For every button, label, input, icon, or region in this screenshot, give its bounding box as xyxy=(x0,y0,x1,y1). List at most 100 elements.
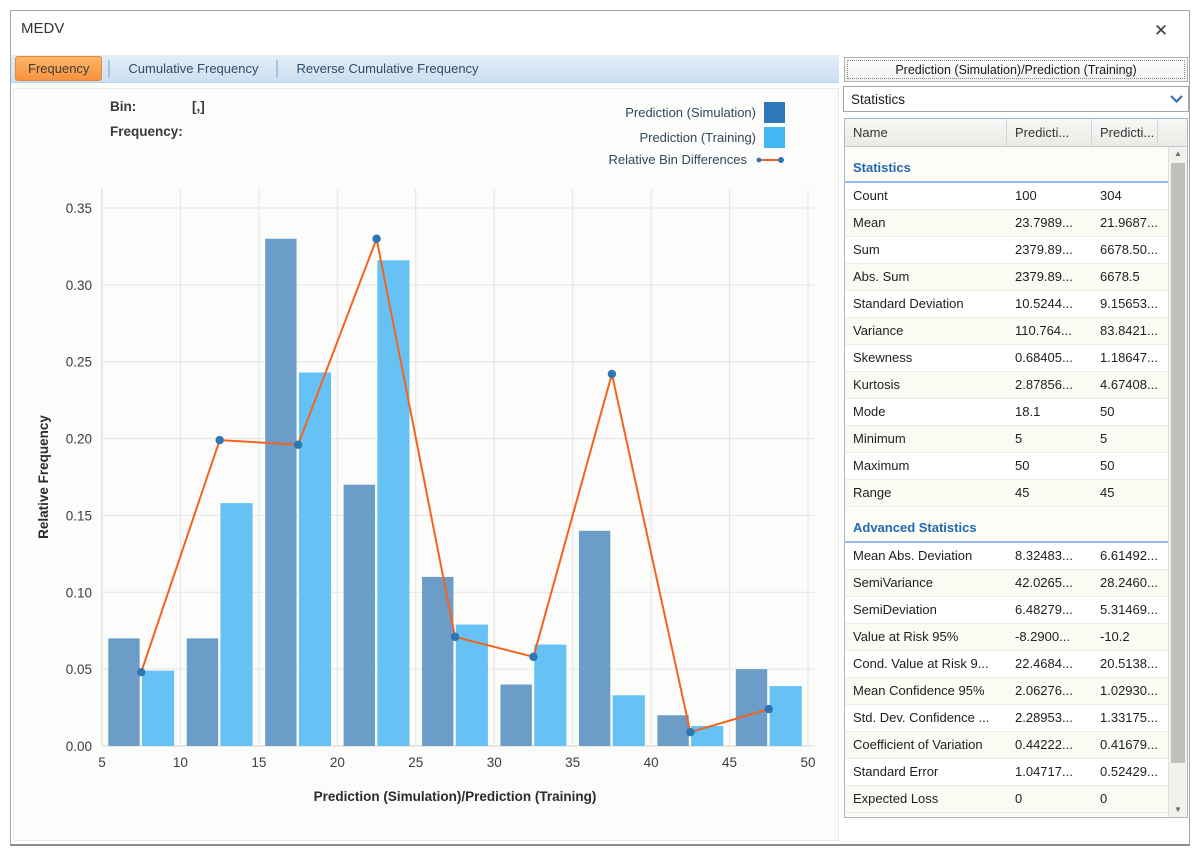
table-row-semivariance[interactable]: SemiVariance42.0265...28.2460... xyxy=(845,570,1168,597)
bar-simulation-7[interactable] xyxy=(657,715,688,746)
cell-name: Skewness xyxy=(845,345,1007,371)
bar-simulation-8[interactable] xyxy=(736,669,767,746)
line-point-8[interactable] xyxy=(765,705,773,713)
table-row-mode[interactable]: Mode18.150 xyxy=(845,399,1168,426)
cell-value-2: 1.33175... xyxy=(1092,705,1158,731)
table-row-kurtosis[interactable]: Kurtosis2.87856...4.67408... xyxy=(845,372,1168,399)
cell-value-1: 8.32483... xyxy=(1007,543,1092,569)
table-row-expected-loss[interactable]: Expected Loss00 xyxy=(845,786,1168,813)
tab-separator xyxy=(276,60,278,78)
line-point-5[interactable] xyxy=(529,653,537,661)
tab-cumulative-frequency[interactable]: Cumulative Frequency xyxy=(116,57,270,80)
legend-line-icon xyxy=(755,155,785,165)
table-row-mean[interactable]: Mean23.7989...21.9687... xyxy=(845,210,1168,237)
y-axis-title: Relative Frequency xyxy=(36,415,51,539)
cell-name: Coefficient of Variation xyxy=(845,732,1007,758)
table-row-cond-value-at-risk-9[interactable]: Cond. Value at Risk 9...22.4684...20.513… xyxy=(845,651,1168,678)
chart-legend: Prediction (Simulation) Prediction (Trai… xyxy=(609,102,786,167)
scroll-down-icon[interactable]: ▼ xyxy=(1169,803,1187,817)
series-pair-button[interactable]: Prediction (Simulation)/Prediction (Trai… xyxy=(844,57,1188,82)
legend-item-simulation: Prediction (Simulation) xyxy=(625,102,785,123)
table-row-abs-sum[interactable]: Abs. Sum2379.89...6678.5 xyxy=(845,264,1168,291)
close-icon[interactable]: ✕ xyxy=(1149,19,1173,43)
table-row-variance[interactable]: Variance110.764...83.8421... xyxy=(845,318,1168,345)
column-header-name[interactable]: Name xyxy=(845,119,1007,146)
table-row-skewness[interactable]: Skewness0.68405...1.18647... xyxy=(845,345,1168,372)
table-row-value-at-risk-95[interactable]: Value at Risk 95%-8.2900...-10.2 xyxy=(845,624,1168,651)
cell-value-2: 45 xyxy=(1092,480,1158,506)
cell-value-2: 1.02930... xyxy=(1092,678,1158,704)
bin-label: Bin: xyxy=(110,99,192,124)
bar-training-5[interactable] xyxy=(534,645,566,746)
bar-training-6[interactable] xyxy=(613,695,645,746)
bar-simulation-1[interactable] xyxy=(187,638,218,746)
cell-name: Variance xyxy=(845,318,1007,344)
bar-simulation-3[interactable] xyxy=(344,485,375,746)
bar-simulation-6[interactable] xyxy=(579,531,610,746)
line-point-3[interactable] xyxy=(372,235,380,243)
bar-simulation-5[interactable] xyxy=(500,685,531,746)
bar-training-8[interactable] xyxy=(770,686,802,746)
table-body: StatisticsCount100304Mean23.7989...21.96… xyxy=(845,147,1168,817)
bin-value: [,] xyxy=(192,99,205,124)
cell-value-2: 4.67408... xyxy=(1092,372,1158,398)
bar-training-4[interactable] xyxy=(456,625,488,746)
table-row-range[interactable]: Range4545 xyxy=(845,480,1168,507)
table-row-count[interactable]: Count100304 xyxy=(845,183,1168,210)
cell-name: Sum xyxy=(845,237,1007,263)
bar-training-0[interactable] xyxy=(142,671,174,746)
frequency-chart: 0.000.050.100.150.200.250.300.3551015202… xyxy=(14,89,840,842)
scrollbar-thumb[interactable] xyxy=(1171,163,1185,763)
cell-name: SemiDeviation xyxy=(845,597,1007,623)
table-row-mean-confidence-95[interactable]: Mean Confidence 95%2.06276...1.02930... xyxy=(845,678,1168,705)
cell-name: Standard Error xyxy=(845,759,1007,785)
scroll-up-icon[interactable]: ▲ xyxy=(1169,147,1187,161)
table-row-maximum[interactable]: Maximum5050 xyxy=(845,453,1168,480)
cell-value-1: 18.1 xyxy=(1007,399,1092,425)
cell-name: Minimum xyxy=(845,426,1007,452)
table-row-semideviation[interactable]: SemiDeviation6.48279...5.31469... xyxy=(845,597,1168,624)
bar-training-7[interactable] xyxy=(691,726,723,746)
x-tick-label: 15 xyxy=(251,755,266,770)
statistics-dropdown-value: Statistics xyxy=(844,92,1164,107)
bar-training-3[interactable] xyxy=(377,260,409,746)
table-row-minimum[interactable]: Minimum55 xyxy=(845,426,1168,453)
line-point-0[interactable] xyxy=(137,668,145,676)
legend-item-relative-bin-differences: Relative Bin Differences xyxy=(609,152,786,167)
line-point-4[interactable] xyxy=(451,633,459,641)
cell-value-2: 5.31469... xyxy=(1092,597,1158,623)
cell-value-1: -8.2900... xyxy=(1007,624,1092,650)
table-row-standard-error[interactable]: Standard Error1.04717...0.52429... xyxy=(845,759,1168,786)
bar-simulation-0[interactable] xyxy=(108,638,139,746)
line-point-2[interactable] xyxy=(294,441,302,449)
column-header-prediction-2[interactable]: Predicti... xyxy=(1092,119,1158,146)
table-scrollbar[interactable]: ▲ ▼ xyxy=(1168,147,1187,817)
tab-reverse-cumulative-frequency[interactable]: Reverse Cumulative Frequency xyxy=(284,57,490,80)
cell-name: Count xyxy=(845,183,1007,209)
y-tick-label: 0.30 xyxy=(66,278,92,293)
chevron-down-icon[interactable] xyxy=(1164,90,1188,108)
cell-value-2: 50 xyxy=(1092,453,1158,479)
table-row-mean-abs-deviation[interactable]: Mean Abs. Deviation8.32483...6.61492... xyxy=(845,543,1168,570)
x-tick-label: 5 xyxy=(98,755,106,770)
line-point-1[interactable] xyxy=(215,436,223,444)
bar-simulation-2[interactable] xyxy=(265,239,296,746)
table-row-std-dev-confidence[interactable]: Std. Dev. Confidence ...2.28953...1.3317… xyxy=(845,705,1168,732)
cell-value-1: 5 xyxy=(1007,426,1092,452)
table-row-coefficient-of-variation[interactable]: Coefficient of Variation0.44222...0.4167… xyxy=(845,732,1168,759)
y-tick-label: 0.15 xyxy=(66,508,92,523)
table-row-standard-deviation[interactable]: Standard Deviation10.5244...9.15653... xyxy=(845,291,1168,318)
cell-value-1: 2.28953... xyxy=(1007,705,1092,731)
y-tick-label: 0.25 xyxy=(66,355,92,370)
column-header-prediction-1[interactable]: Predicti... xyxy=(1007,119,1092,146)
line-point-7[interactable] xyxy=(686,728,694,736)
bar-training-1[interactable] xyxy=(220,503,252,746)
cell-name: Mode xyxy=(845,399,1007,425)
line-point-6[interactable] xyxy=(608,370,616,378)
cell-name: Maximum xyxy=(845,453,1007,479)
statistics-dropdown[interactable]: Statistics xyxy=(843,86,1189,112)
cell-value-1: 1.04717... xyxy=(1007,759,1092,785)
table-row-sum[interactable]: Sum2379.89...6678.50... xyxy=(845,237,1168,264)
y-tick-label: 0.00 xyxy=(66,739,92,754)
tab-frequency[interactable]: Frequency xyxy=(15,56,102,81)
